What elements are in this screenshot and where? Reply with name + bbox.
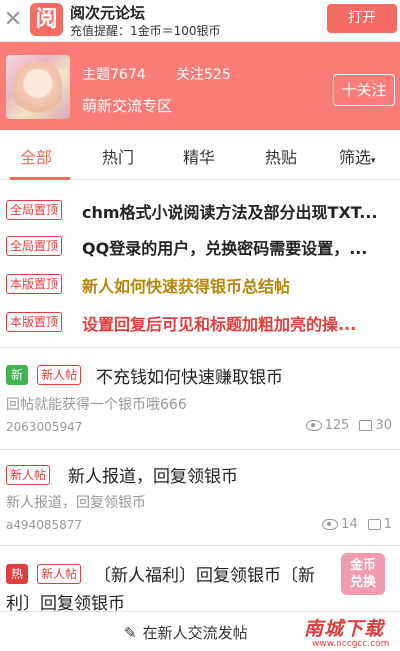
- post-title: 〔新人福利〕回复领银币〔新: [94, 566, 315, 586]
- comment-icon: [359, 420, 373, 431]
- forum-name: 萌新交流专区: [82, 97, 173, 115]
- pin-badge: 本版置顶: [6, 274, 63, 294]
- pin-badge: 全局置顶: [6, 200, 63, 220]
- pinned-title: QQ登录的用户，兑换密码需要设置，...: [82, 239, 368, 258]
- follow-button[interactable]: 十关注: [333, 74, 395, 106]
- tab-filter[interactable]: 筛选▾: [339, 144, 376, 168]
- site-watermark: 南城下载 www.nccgcc.com: [304, 614, 396, 650]
- post-item[interactable]: 热 新人帖 〔新人福利〕回复领银币〔新 利〕回复领银币: [0, 546, 400, 616]
- post-tags: 新人帖: [6, 464, 51, 485]
- coin-exchange-line1: 金币: [349, 558, 376, 573]
- post-item[interactable]: 新人帖 新人报道，回复领银币 新人报道，回复领银币 a494085877 14 1: [0, 450, 400, 546]
- view-count: 125: [324, 418, 350, 433]
- reply-count: 1: [383, 517, 392, 532]
- compose-post-button[interactable]: ✎ 在新人交流发帖: [124, 622, 248, 643]
- watermark-title: 南城下载: [304, 618, 385, 640]
- pinned-posts: 全局置顶 chm格式小说阅读方法及部分出现TXT... 全局置顶 QQ登录的用户…: [0, 180, 400, 348]
- forum-avatar: [6, 55, 70, 119]
- open-app-button[interactable]: 打开: [327, 4, 397, 33]
- pinned-row[interactable]: 本版置顶 新人如何快速获得银币总结帖: [6, 272, 400, 296]
- pin-badge: 全局置顶: [6, 236, 63, 256]
- compose-label: 在新人交流发帖: [142, 624, 248, 642]
- pinned-row[interactable]: 全局置顶 chm格式小说阅读方法及部分出现TXT...: [6, 198, 400, 222]
- watermark-url: www.nccgcc.com: [312, 639, 390, 649]
- pin-badge: 本版置顶: [6, 312, 63, 332]
- coin-exchange-button[interactable]: 金币 兑换: [341, 553, 385, 595]
- post-author[interactable]: a494085877: [6, 518, 82, 532]
- comment-icon: [367, 519, 381, 530]
- close-icon[interactable]: ✕: [2, 9, 24, 32]
- tab-featured[interactable]: 精华: [183, 144, 215, 168]
- newbie-tag: 新人帖: [6, 464, 51, 485]
- post-excerpt: 回帖就能获得一个银币哦666: [6, 397, 187, 413]
- post-title: 不充钱如何快速赚取银币: [96, 368, 283, 388]
- pinned-title: chm格式小说阅读方法及部分出现TXT...: [82, 203, 378, 222]
- tab-filter-label: 筛选: [339, 148, 372, 167]
- pinned-title: 设置回复后可见和标题加粗加亮的操...: [82, 315, 357, 334]
- post-stats: 125 30: [305, 418, 392, 433]
- coin-exchange-line2: 兑换: [349, 575, 376, 590]
- forum-header: 主题7674 关注525 萌新交流专区 十关注: [0, 42, 400, 130]
- tab-trending[interactable]: 热贴: [265, 144, 297, 168]
- post-stats: 14 1: [322, 517, 392, 532]
- post-tags: 新 新人帖: [6, 364, 82, 385]
- views-icon: [305, 420, 322, 431]
- pinned-row[interactable]: 全局置顶 QQ登录的用户，兑换密码需要设置，...: [6, 234, 400, 258]
- tab-all[interactable]: 全部: [20, 144, 52, 168]
- follower-count: 关注525: [176, 67, 231, 83]
- post-title: 新人报道，回复领银币: [68, 467, 238, 487]
- tab-hot[interactable]: 热门: [102, 144, 134, 168]
- newbie-tag: 新人帖: [37, 364, 82, 385]
- views-icon: [322, 519, 339, 530]
- app-logo: 阅: [30, 3, 63, 36]
- recharge-tip: 充值提醒：1金币＝100银币: [70, 24, 221, 38]
- topic-count: 主题7674: [82, 67, 146, 83]
- reply-count: 30: [375, 418, 392, 433]
- pinned-row[interactable]: 本版置顶 设置回复后可见和标题加粗加亮的操...: [6, 310, 400, 334]
- post-excerpt: 新人报道，回复领银币: [6, 495, 146, 511]
- post-tags: 热 新人帖: [6, 563, 82, 584]
- pinned-title: 新人如何快速获得银币总结帖: [82, 277, 291, 296]
- newbie-tag: 新人帖: [37, 563, 82, 584]
- filter-tabs: 全部 热门 精华 热贴 筛选▾: [0, 130, 400, 180]
- pen-icon: ✎: [124, 624, 137, 642]
- post-author[interactable]: 2063005947: [6, 420, 82, 434]
- app-name: 阅次元论坛: [70, 4, 146, 22]
- hot-tag: 热: [6, 563, 29, 584]
- caret-down-icon: ▾: [371, 156, 376, 166]
- new-tag: 新: [6, 364, 29, 385]
- app-download-banner: ✕ 阅 阅次元论坛 充值提醒：1金币＝100银币 打开: [0, 0, 400, 42]
- post-item[interactable]: 新 新人帖 不充钱如何快速赚取银币 回帖就能获得一个银币哦666 2063005…: [0, 348, 400, 450]
- view-count: 14: [341, 517, 358, 532]
